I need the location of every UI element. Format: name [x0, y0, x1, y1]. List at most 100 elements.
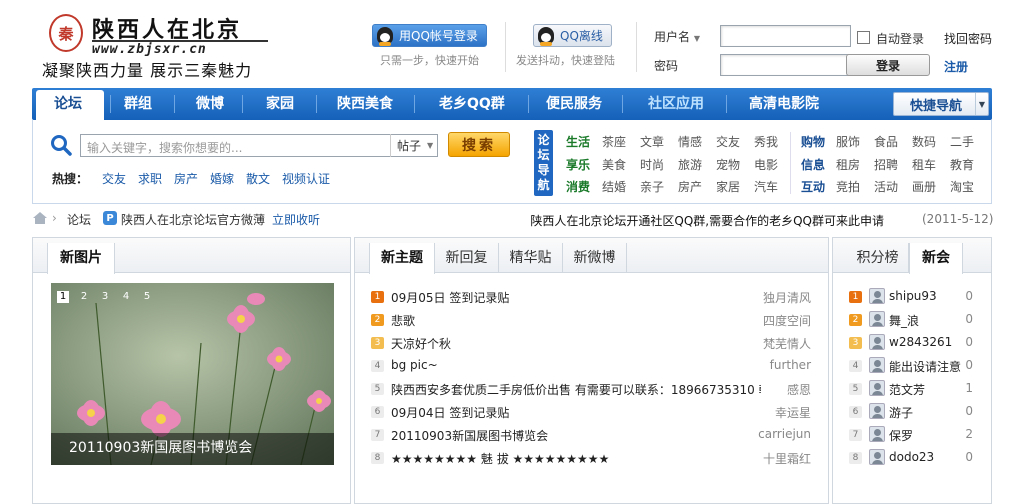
- forum-nav-link[interactable]: 租房: [836, 156, 860, 173]
- register-link[interactable]: 注册: [944, 58, 968, 75]
- forum-nav-category[interactable]: 享乐: [566, 156, 590, 173]
- slide-page[interactable]: 5: [141, 291, 153, 303]
- auto-login-checkbox[interactable]: [857, 31, 870, 44]
- forum-nav-link[interactable]: 文章: [640, 133, 664, 150]
- member-row[interactable]: 6 游子 0: [849, 401, 973, 424]
- member-row[interactable]: 3 w2843261 0: [849, 332, 973, 355]
- forum-nav-link[interactable]: 竞拍: [836, 178, 860, 195]
- forum-nav-link[interactable]: 画册: [912, 178, 936, 195]
- thread-author[interactable]: further: [770, 358, 811, 372]
- avatar[interactable]: [869, 403, 885, 419]
- nav-item-services[interactable]: 便民服务: [546, 88, 602, 120]
- avatar[interactable]: [869, 288, 885, 304]
- forum-nav-link[interactable]: 淘宝: [950, 178, 974, 195]
- member-row[interactable]: 4 能出设请注意 0: [849, 355, 973, 378]
- forum-nav-category[interactable]: 信息: [801, 156, 825, 173]
- thread-row[interactable]: 1 09月05日 签到记录贴 独月清风: [371, 286, 811, 308]
- thread-title[interactable]: bg pic~: [391, 358, 761, 372]
- thread-title[interactable]: 09月04日 签到记录贴: [391, 404, 761, 421]
- breadcrumb-forum[interactable]: 论坛: [67, 211, 91, 228]
- notice-link[interactable]: 陕西人在北京论坛开通社区QQ群,需要合作的老乡QQ群可来此申请: [530, 212, 884, 229]
- forum-nav-link[interactable]: 汽车: [754, 178, 778, 195]
- avatar[interactable]: [869, 380, 885, 396]
- thread-row[interactable]: 3 天凉好个秋 梵芜情人: [371, 332, 811, 354]
- nav-item-forum[interactable]: 论坛: [54, 88, 82, 120]
- member-row[interactable]: 2 舞_浪 0: [849, 309, 973, 332]
- nav-item-weibo[interactable]: 微博: [196, 88, 224, 120]
- username-input[interactable]: [720, 25, 851, 47]
- forgot-password-link[interactable]: 找回密码: [944, 30, 992, 47]
- search-type-select[interactable]: 帖子 ▼: [390, 134, 438, 157]
- forum-nav-category[interactable]: 消费: [566, 178, 590, 195]
- tab-points-rank[interactable]: 积分榜: [847, 243, 909, 273]
- member-name[interactable]: 舞_浪: [889, 312, 919, 329]
- forum-nav-link[interactable]: 宠物: [716, 156, 740, 173]
- featured-photo[interactable]: 20110903新国展图书博览会 1 2 3 4 5: [51, 283, 334, 465]
- thread-author[interactable]: 独月清风: [763, 289, 811, 306]
- forum-nav-link[interactable]: 房产: [678, 178, 702, 195]
- member-row[interactable]: 1 shipu93 0: [849, 286, 973, 309]
- forum-nav-link[interactable]: 活动: [874, 178, 898, 195]
- forum-nav-link[interactable]: 茶座: [602, 133, 626, 150]
- search-button[interactable]: 搜索: [448, 132, 510, 157]
- forum-nav-link[interactable]: 家居: [716, 178, 740, 195]
- forum-nav-link[interactable]: 数码: [912, 133, 936, 150]
- thread-title[interactable]: 天凉好个秋: [391, 335, 761, 352]
- nav-item-home[interactable]: 家园: [266, 88, 294, 120]
- hot-term[interactable]: 婚嫁: [210, 170, 234, 187]
- member-name[interactable]: 保罗: [889, 427, 913, 444]
- slide-page[interactable]: 2: [78, 291, 90, 303]
- forum-nav-link[interactable]: 时尚: [640, 156, 664, 173]
- thread-author[interactable]: 十里霜红: [763, 450, 811, 467]
- tab-new-threads[interactable]: 新主题: [369, 243, 435, 274]
- quick-nav-button[interactable]: 快捷导航 ▼: [893, 92, 989, 116]
- photo-caption[interactable]: 20110903新国展图书博览会: [69, 437, 252, 457]
- thread-row[interactable]: 4 bg pic~ further: [371, 355, 811, 377]
- nav-item-qq-groups[interactable]: 老乡QQ群: [439, 88, 505, 120]
- qq-login-button[interactable]: 用QQ帐号登录: [372, 24, 487, 47]
- hot-term[interactable]: 视频认证: [282, 170, 330, 187]
- password-input[interactable]: [720, 54, 851, 76]
- home-icon[interactable]: [33, 212, 47, 224]
- forum-nav-link[interactable]: 二手: [950, 133, 974, 150]
- slide-page[interactable]: 3: [99, 291, 111, 303]
- hot-term[interactable]: 交友: [102, 170, 126, 187]
- forum-nav-link[interactable]: 教育: [950, 156, 974, 173]
- forum-nav-category[interactable]: 互动: [801, 178, 825, 195]
- hot-term[interactable]: 散文: [246, 170, 270, 187]
- avatar[interactable]: [869, 426, 885, 442]
- tab-new-weibo[interactable]: 新微博: [563, 243, 627, 273]
- forum-nav-link[interactable]: 旅游: [678, 156, 702, 173]
- slide-page[interactable]: 1: [57, 291, 69, 303]
- member-name[interactable]: 范文芳: [889, 381, 925, 398]
- nav-item-groups[interactable]: 群组: [124, 88, 152, 120]
- member-name[interactable]: dodo23: [889, 450, 934, 464]
- forum-nav-link[interactable]: 食品: [874, 133, 898, 150]
- official-weibo-link[interactable]: 陕西人在北京论坛官方微薄: [121, 211, 265, 228]
- tab-featured[interactable]: 精华贴: [499, 243, 563, 273]
- member-name[interactable]: 能出设请注意: [889, 358, 961, 375]
- nav-item-apps[interactable]: 社区应用: [648, 88, 704, 120]
- thread-row[interactable]: 6 09月04日 签到记录贴 幸运星: [371, 401, 811, 423]
- member-row[interactable]: 8 dodo23 0: [849, 447, 973, 470]
- thread-title[interactable]: 20110903新国展图书博览会: [391, 427, 761, 444]
- forum-nav-link[interactable]: 交友: [716, 133, 740, 150]
- avatar[interactable]: [869, 357, 885, 373]
- avatar[interactable]: [869, 311, 885, 327]
- thread-title[interactable]: 悲歌: [391, 312, 761, 329]
- forum-nav-link[interactable]: 亲子: [640, 178, 664, 195]
- thread-author[interactable]: 四度空间: [763, 312, 811, 329]
- forum-nav-category[interactable]: 生活: [566, 133, 590, 150]
- thread-title[interactable]: 09月05日 签到记录贴: [391, 289, 761, 306]
- forum-nav-link[interactable]: 情感: [678, 133, 702, 150]
- member-row[interactable]: 5 范文芳 1: [849, 378, 973, 401]
- forum-nav-link[interactable]: 秀我: [754, 133, 778, 150]
- forum-nav-link[interactable]: 服饰: [836, 133, 860, 150]
- nav-item-cinema[interactable]: 高清电影院: [749, 88, 819, 120]
- tab-new-members[interactable]: 新会: [909, 243, 963, 274]
- member-name[interactable]: w2843261: [889, 335, 952, 349]
- chevron-down-icon[interactable]: ▼: [694, 34, 700, 43]
- tab-new-pictures[interactable]: 新图片: [47, 243, 115, 274]
- thread-row[interactable]: 8 ★★★★★★★★ 魅 拔 ★★★★★★★★★ 十里霜红: [371, 447, 811, 469]
- avatar[interactable]: [869, 334, 885, 350]
